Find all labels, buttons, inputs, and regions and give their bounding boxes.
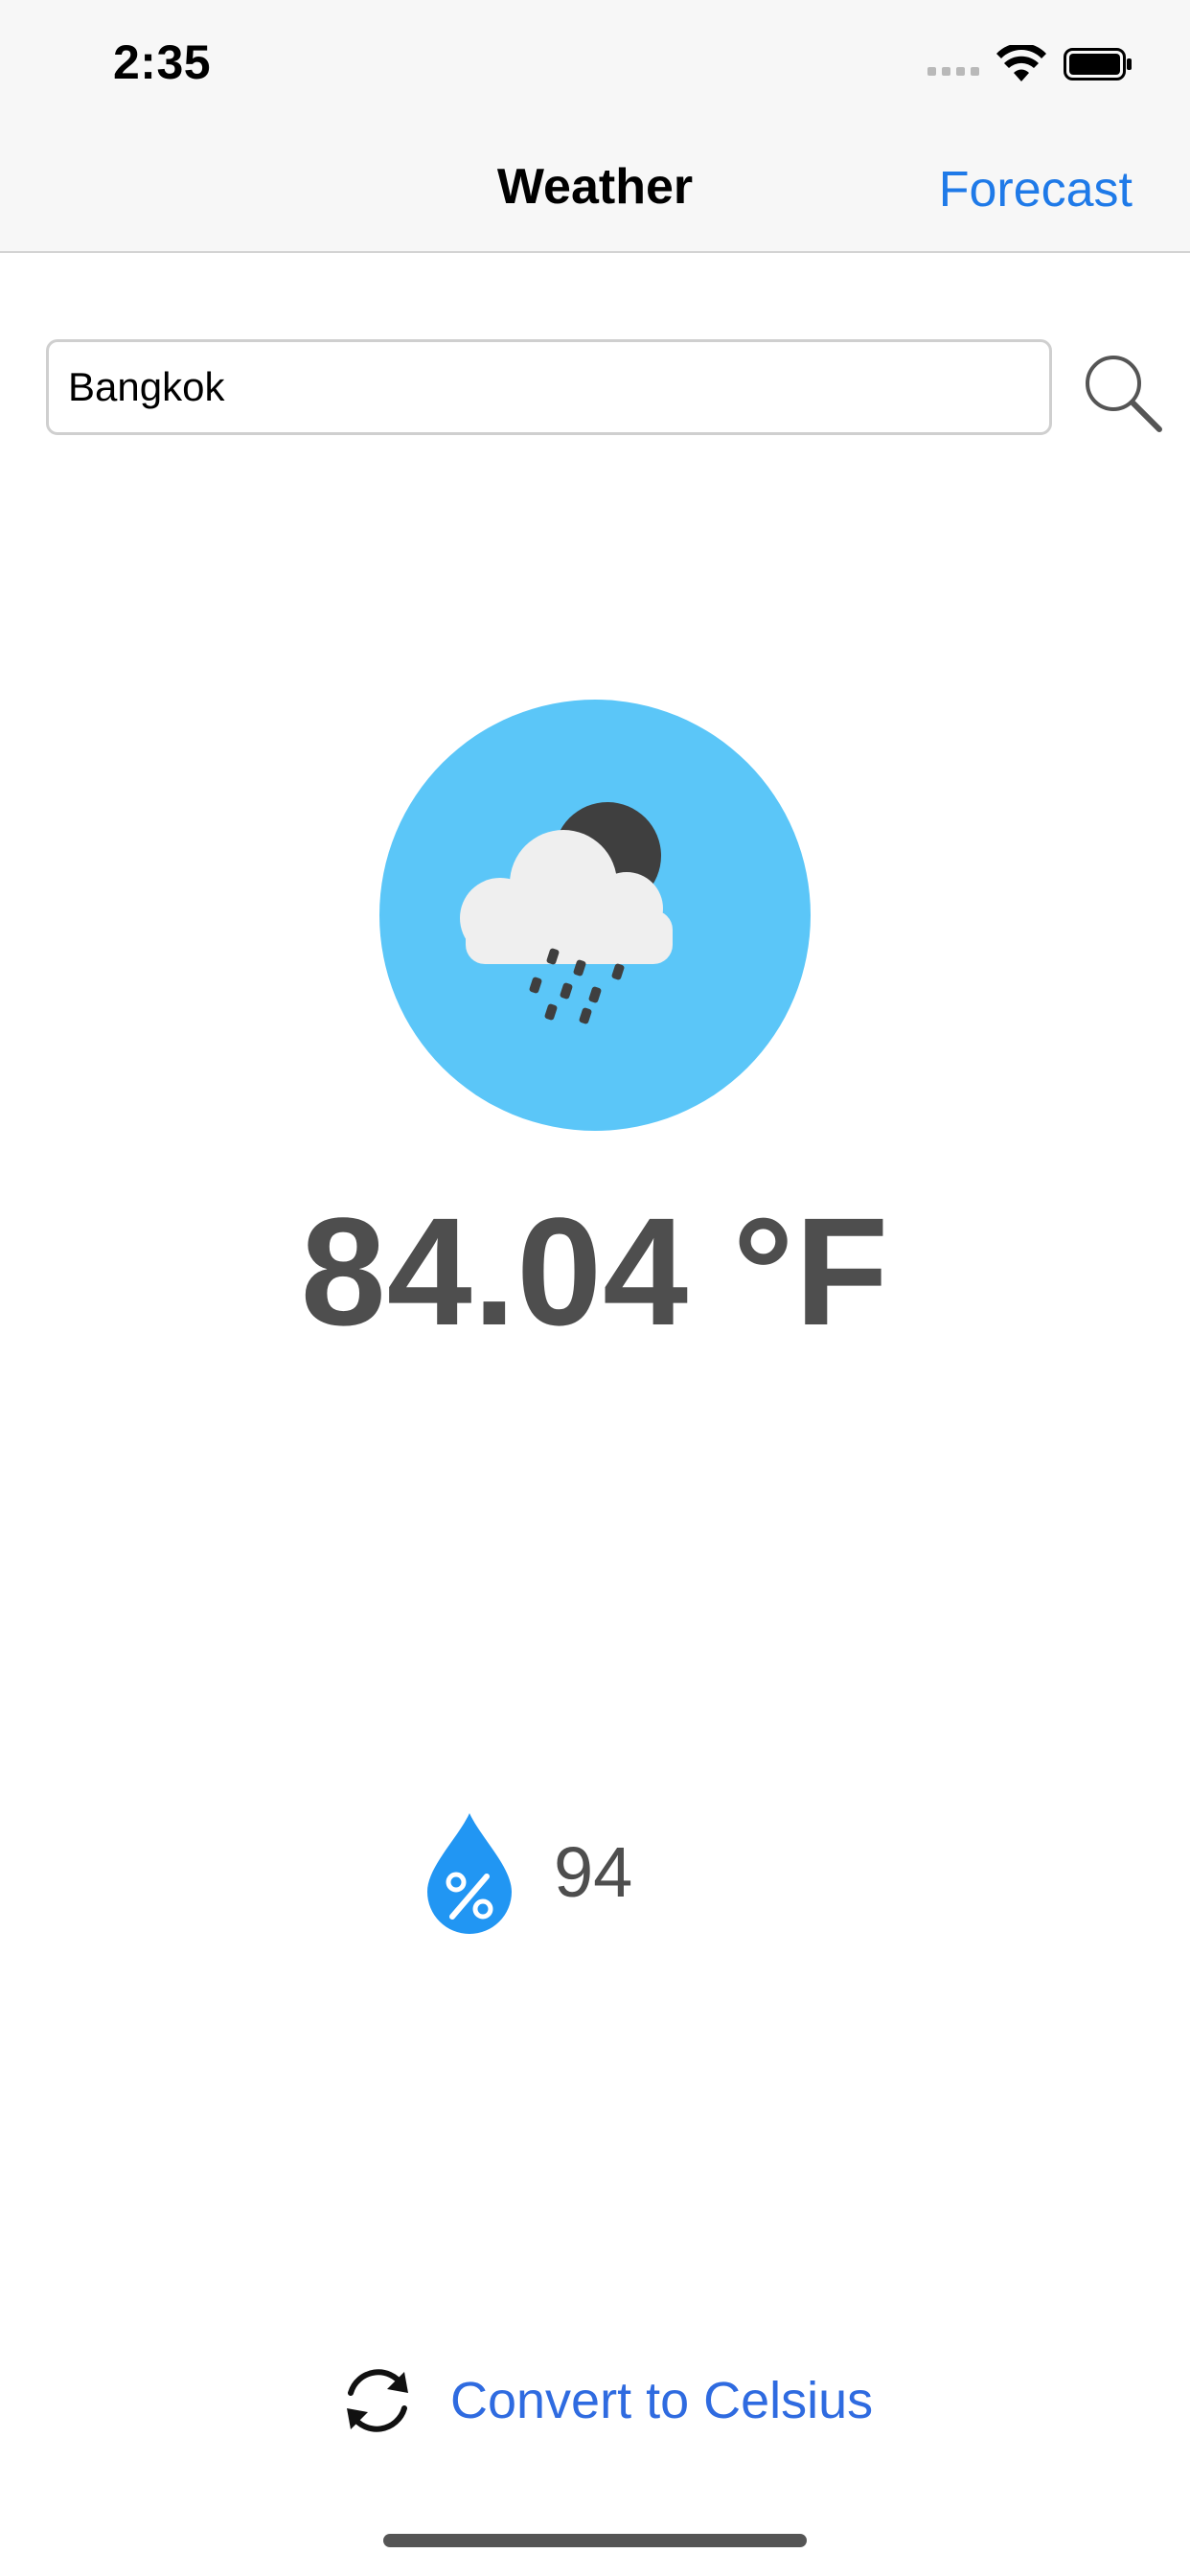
cloud-moon-rain-icon <box>460 802 673 1024</box>
humidity-row: 94 <box>422 1809 632 1934</box>
battery-icon <box>1064 48 1132 80</box>
humidity-drop-icon <box>427 1813 512 1934</box>
convert-label: Convert to Celsius <box>450 2372 874 2429</box>
wifi-icon <box>996 45 1046 81</box>
forecast-button[interactable]: Forecast <box>939 161 1133 218</box>
city-search-input[interactable] <box>46 339 1052 435</box>
home-indicator[interactable] <box>383 2534 807 2547</box>
convert-units-button[interactable]: Convert to Celsius <box>337 2358 873 2444</box>
temperature-value: 84.04 °F <box>300 1185 890 1357</box>
top-bar: 2:35 Weather Forecast <box>0 0 1190 253</box>
search-icon[interactable] <box>1079 349 1163 433</box>
weather-condition-badge <box>379 700 811 1131</box>
humidity-value: 94 <box>554 1831 633 1912</box>
refresh-arrows-icon <box>347 2369 408 2432</box>
status-icons <box>927 44 1133 84</box>
signal-dots-icon <box>927 66 979 76</box>
status-time: 2:35 <box>113 35 212 89</box>
